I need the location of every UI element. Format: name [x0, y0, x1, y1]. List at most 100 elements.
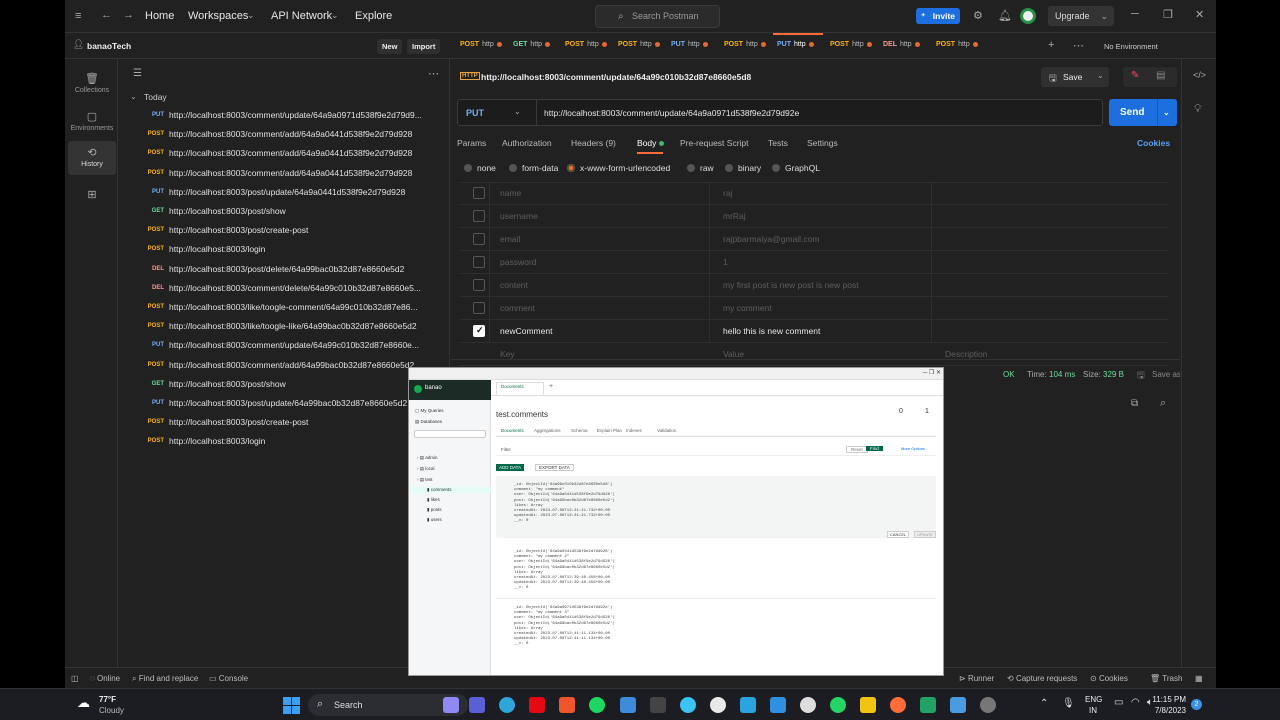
row-checkbox[interactable] — [473, 210, 485, 222]
collection-item[interactable]: ▮ comments — [409, 487, 491, 493]
request-tab[interactable]: POST http — [936, 41, 978, 48]
language-2[interactable]: IN — [1089, 706, 1097, 715]
row-value[interactable]: my first post is new post is new post — [723, 280, 859, 290]
edge-icon[interactable] — [499, 697, 515, 713]
row-key[interactable]: name — [500, 188, 521, 198]
row-key[interactable]: newComment — [500, 326, 552, 336]
invite-button[interactable]: ⁺ Invite — [916, 8, 960, 24]
row-checkbox[interactable] — [473, 187, 485, 199]
my-queries-link[interactable]: ▢ My Queries — [415, 408, 444, 414]
new-button[interactable]: New — [377, 39, 403, 54]
chrome-icon[interactable] — [800, 697, 816, 713]
pencil-icon[interactable]: ✎ — [1131, 70, 1139, 81]
request-tab[interactable]: POST http — [460, 41, 502, 48]
body-type-form-data[interactable]: form-data — [509, 163, 558, 173]
row-value[interactable]: rajpbarmaiya@gmail.com — [723, 234, 820, 244]
find-button[interactable]: Find — [866, 446, 883, 451]
request-tab[interactable]: PUT http — [777, 41, 814, 48]
history-item[interactable]: DEL http://localhost:8003/comment/delete/… — [119, 280, 450, 299]
back-icon[interactable]: ← — [101, 9, 112, 21]
row-key[interactable]: email — [500, 234, 520, 244]
subtab-schema[interactable]: Schema — [571, 428, 588, 433]
body-type-graphql[interactable]: GraphQL — [772, 163, 820, 173]
row-key[interactable]: password — [500, 257, 536, 267]
cookies-link[interactable]: Cookies — [1137, 138, 1170, 148]
nav-more[interactable]: ⊞ — [68, 183, 116, 217]
more-icon[interactable]: ⋯ — [1073, 39, 1084, 52]
description-placeholder[interactable]: Description — [945, 349, 988, 359]
windows-start-icon[interactable] — [283, 697, 300, 714]
tab-headers[interactable]: Headers (9) — [571, 138, 616, 148]
tab-pre-request-script[interactable]: Pre-request Script — [680, 138, 749, 148]
sidebar-toggle-icon[interactable]: ◫ — [71, 674, 79, 683]
chat-icon[interactable] — [469, 697, 485, 713]
nav-api-network[interactable]: API Network — [271, 10, 332, 22]
subtab-aggregations[interactable]: Aggregations — [534, 428, 561, 433]
copy-icon[interactable]: ⧉ — [1131, 398, 1138, 409]
clock-date[interactable]: 7/8/2023 — [1152, 706, 1186, 715]
history-item[interactable]: POST http://localhost:8003/comment/add/64… — [119, 165, 450, 184]
subtab-validation[interactable]: Validation — [657, 428, 676, 433]
add-data-button[interactable]: ADD DATA — [496, 464, 525, 471]
params-row[interactable]: password 1 — [459, 251, 1169, 274]
documents-tab[interactable]: Documents — [496, 382, 544, 395]
vscode-icon[interactable] — [770, 697, 786, 713]
row-value[interactable]: mrRaj — [723, 211, 746, 221]
params-row[interactable]: email rajpbarmaiya@gmail.com — [459, 228, 1169, 251]
row-checkbox[interactable] — [473, 256, 485, 268]
key-placeholder[interactable]: Key — [500, 349, 515, 359]
history-item[interactable]: POST http://localhost:8003/comment/add/64… — [119, 357, 450, 376]
history-item[interactable]: PUT http://localhost:8003/comment/update/… — [119, 107, 450, 126]
add-tab-icon[interactable]: + — [1048, 39, 1054, 51]
lightbulb-icon[interactable]: 💡︎ — [1194, 103, 1202, 116]
history-item[interactable]: DEL http://localhost:8003/post/delete/64a… — [119, 261, 450, 280]
row-value[interactable]: 1 — [723, 257, 728, 267]
language-1[interactable]: ENG — [1085, 695, 1102, 704]
cancel-button[interactable]: CANCEL — [887, 531, 910, 538]
spotify-icon[interactable] — [589, 697, 605, 713]
subtab-explain-plan[interactable]: Explain Plan — [597, 428, 622, 433]
forward-icon[interactable]: → — [123, 9, 134, 21]
code-icon[interactable]: </> — [1193, 70, 1206, 80]
microphone-icon[interactable]: 🎙︎ — [1062, 698, 1075, 709]
database-item[interactable]: › ▤ test — [417, 477, 433, 483]
history-group-today[interactable]: Today — [144, 92, 167, 102]
add-tab-icon[interactable]: + — [549, 383, 553, 390]
find-replace[interactable]: ⌕ Find and replace — [132, 674, 198, 684]
history-item[interactable]: PUT http://localhost:8003/comment/update/… — [119, 337, 450, 356]
row-key[interactable]: comment — [500, 303, 535, 313]
maximize-icon[interactable]: ❐ — [1163, 8, 1173, 21]
wifi-icon[interactable]: ◠ — [1131, 697, 1140, 708]
excel-icon[interactable] — [920, 697, 936, 713]
row-value[interactable]: my comment — [723, 303, 772, 313]
brave-icon[interactable] — [559, 697, 575, 713]
history-item[interactable]: POST http://localhost:8003/login — [119, 433, 450, 452]
request-title[interactable]: http://localhost:8003/comment/update/64a… — [481, 72, 751, 82]
notepad-icon[interactable] — [950, 697, 966, 713]
row-checkbox[interactable] — [473, 302, 485, 314]
url-input[interactable]: http://localhost:8003/comment/update/64a… — [544, 108, 799, 118]
chevron-down-icon[interactable]: ⌄ — [331, 10, 339, 21]
bell-icon[interactable]: 🔔︎ — [998, 9, 1012, 22]
history-item[interactable]: PUT http://localhost:8003/post/update/64a… — [119, 184, 450, 203]
row-value[interactable]: hello this is new comment — [723, 326, 820, 336]
nav-history[interactable]: ⟲ History — [68, 141, 116, 175]
subtab-indexes[interactable]: Indexes — [626, 428, 642, 433]
response-time[interactable]: 104 ms — [1049, 370, 1075, 379]
save-icon[interactable]: 🖫︎ — [1137, 368, 1145, 384]
settings-app-icon[interactable] — [980, 697, 996, 713]
document-1[interactable]: _id: ObjectId('64a99c010b32d87e8660e5d8'… — [514, 483, 615, 525]
body-type-x-www-form-urlencoded[interactable]: x-www-form-urlencoded — [567, 163, 670, 173]
history-item[interactable]: GET http://localhost:8003/post/show — [119, 203, 450, 222]
request-tab[interactable]: POST http — [618, 41, 660, 48]
params-row[interactable]: comment my comment — [459, 297, 1169, 320]
databases-link[interactable]: ▤ Databases — [415, 419, 442, 425]
nav-collections[interactable]: 🗑︎ Collections — [68, 67, 116, 101]
history-item[interactable]: POST http://localhost:8003/like/toogle-li… — [119, 318, 450, 337]
notification-badge[interactable]: 2 — [1191, 699, 1202, 710]
nav-explore[interactable]: Explore — [355, 10, 392, 22]
epic-icon[interactable] — [650, 697, 666, 713]
request-tab[interactable]: GET http — [513, 41, 551, 48]
document-2[interactable]: _id: ObjectId('64a9a0441d538f9e2d79d928'… — [514, 550, 615, 592]
minimize-icon[interactable]: ─ — [1131, 8, 1139, 20]
